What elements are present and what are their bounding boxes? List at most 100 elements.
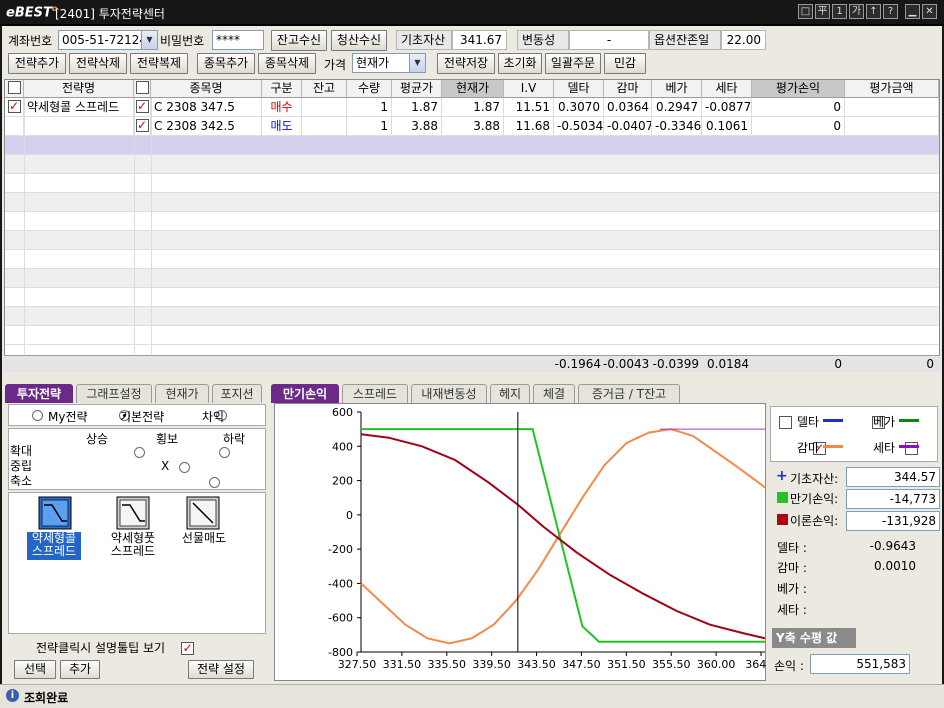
theory-pnl-field[interactable]: -131,928 [846,511,940,531]
delete-item-button[interactable]: 종목삭제 [258,53,316,74]
table-row[interactable]: ✓ C 2308 342.5 매도 1 3.88 3.88 11.68 -0.5… [5,117,939,136]
add-button[interactable]: 추가 [60,660,100,679]
avg-price-cell[interactable]: 3.88 [392,117,442,136]
tab-execution[interactable]: 체결 [533,384,575,403]
item-name-cell[interactable]: C 2308 342.5 [151,117,262,136]
tab-implied-volatility[interactable]: 내재변동성 [411,384,487,403]
header-item-checkbox[interactable] [135,81,149,94]
balance-cell [302,98,347,117]
radio-shrink-rise[interactable] [208,477,220,488]
add-strategy-button[interactable]: 전략추가 [8,53,66,74]
password-field[interactable]: **** [212,30,264,50]
selected-empty-row[interactable] [5,136,939,155]
tab-spread[interactable]: 스프레드 [342,384,408,403]
header-checkbox-cell[interactable] [5,80,24,98]
vega-legend-swatch [899,419,919,422]
sensitivity-button[interactable]: 민감 [604,53,646,74]
empty-row[interactable] [5,231,939,250]
save-strategy-button[interactable]: 전략저장 [437,53,495,74]
tab-expiry-pnl[interactable]: 만기손익 [271,384,339,403]
strategy-setting-button[interactable]: 전략 설정 [188,660,254,679]
status-bar: i 조회완료 [0,684,944,708]
pnl-field[interactable]: 551,583 [810,654,910,674]
tab-strategy[interactable]: 투자전략 [5,384,73,403]
select-button[interactable]: 선택 [14,660,56,679]
row-item-checkbox-cell[interactable]: ✓ [134,98,151,117]
expiry-pnl-field[interactable]: -14,773 [846,489,940,509]
font-icon[interactable]: 가 [849,4,864,19]
screen-one-icon[interactable]: 1 [832,4,847,19]
copy-strategy-button[interactable]: 전략복제 [130,53,188,74]
empty-row[interactable] [5,326,939,345]
summary-gamma: -0.0043 [603,357,650,371]
close-icon[interactable]: ✕ [922,4,937,19]
empty-row[interactable] [5,155,939,174]
base-asset-field[interactable]: 344.57 [846,467,940,487]
greek-delta-label: 델타 : [777,541,807,555]
header-side: 구분 [262,80,302,98]
tab-graph-settings[interactable]: 그래프설정 [76,384,152,403]
row-item-checkbox[interactable]: ✓ [135,100,149,113]
strategy-bear-call-label[interactable]: 약세형콜 스프레드 [27,532,81,560]
row-item-checkbox-cell[interactable]: ✓ [134,117,151,136]
password-label: 비밀번호 [160,34,205,48]
add-item-button[interactable]: 종목추가 [197,53,255,74]
row-item-checkbox[interactable]: ✓ [135,119,149,132]
payoff-chart[interactable]: 6004002000-200-400-600-800327.50 331.50 33… [275,404,777,682]
row-strategy-checkbox-cell[interactable]: ✓ [5,98,24,117]
col-flat: 횡보 [156,432,179,446]
qty-cell[interactable]: 1 [347,117,392,136]
empty-row[interactable] [5,193,939,212]
restore-icon[interactable]: □ [798,4,813,19]
summary-pnl: 0 [834,357,842,371]
header-strategy-checkbox[interactable] [7,81,21,94]
balance-receive-button[interactable]: 잔고수신 [271,30,327,51]
strategy-futures-sell[interactable] [178,496,228,556]
tab-margin[interactable]: 증거금 / T잔고 [578,384,680,403]
strategy-futures-sell-label[interactable]: 선물매도 [176,532,232,546]
theta-legend-label: 세타 [873,441,896,455]
minimize-icon[interactable]: ▁ [905,4,920,19]
empty-row[interactable] [5,307,939,326]
reset-button[interactable]: 초기화 [498,53,542,74]
radio-arbitrage-label: 차익 [202,410,225,424]
neutral-flat-x[interactable]: X [161,459,169,473]
bear-call-spread-icon [38,496,72,530]
up-arrow-icon[interactable]: ↑ [866,4,881,19]
chevron-down-icon[interactable]: ▼ [409,54,425,72]
header-item-checkbox-cell[interactable] [134,80,151,98]
pin-icon[interactable]: 平 [815,4,830,19]
radio-neutral-rise[interactable] [178,462,190,473]
table-row[interactable]: ✓ 약세형콜 스프레드 ✓ C 2308 347.5 매수 1 1.87 1.8… [5,98,939,117]
theta-checkbox[interactable] [905,442,919,455]
header-pnl: 평가손익 [752,80,845,98]
vega-legend-label: 베가 [873,415,896,429]
delete-strategy-button[interactable]: 전략삭제 [69,53,127,74]
delta-checkbox[interactable] [779,416,792,429]
settle-receive-button[interactable]: 청산수신 [331,30,387,51]
tab-position[interactable]: 포지션 [212,384,262,403]
radio-my-strategy[interactable] [32,410,43,421]
help-icon[interactable]: ? [883,4,898,19]
qty-cell[interactable]: 1 [347,98,392,117]
tooltip-checkbox[interactable]: ✓ [181,642,195,655]
yaxis-horizontal-value-button[interactable]: Y축 수평 값 [772,628,856,648]
strategy-bear-put-label[interactable]: 약세형풋 스프레드 [105,532,161,560]
strategy-panel: My전략 기본전략 차익 상승 횡보 하락 확대 중립 축소 X 약세형콜 스프… [8,404,389,680]
empty-row[interactable] [5,288,939,307]
empty-row[interactable] [5,269,939,288]
tab-current-price[interactable]: 현재가 [155,384,209,403]
row-strategy-checkbox[interactable]: ✓ [7,100,21,113]
empty-row[interactable] [5,250,939,269]
chevron-down-icon[interactable]: ▼ [141,31,157,49]
header-qty: 수량 [347,80,392,98]
empty-row[interactable] [5,174,939,193]
strategy-name-cell[interactable]: 약세형콜 스프레드 [24,98,134,117]
empty-row[interactable] [5,212,939,231]
tab-hedge[interactable]: 헤지 [490,384,530,403]
avg-price-cell[interactable]: 1.87 [392,98,442,117]
bulk-order-button[interactable]: 일괄주문 [545,53,601,74]
x-tick-label: 339.50 [472,658,511,671]
base-asset-label: 기초자산 [396,30,452,50]
item-name-cell[interactable]: C 2308 347.5 [151,98,262,117]
